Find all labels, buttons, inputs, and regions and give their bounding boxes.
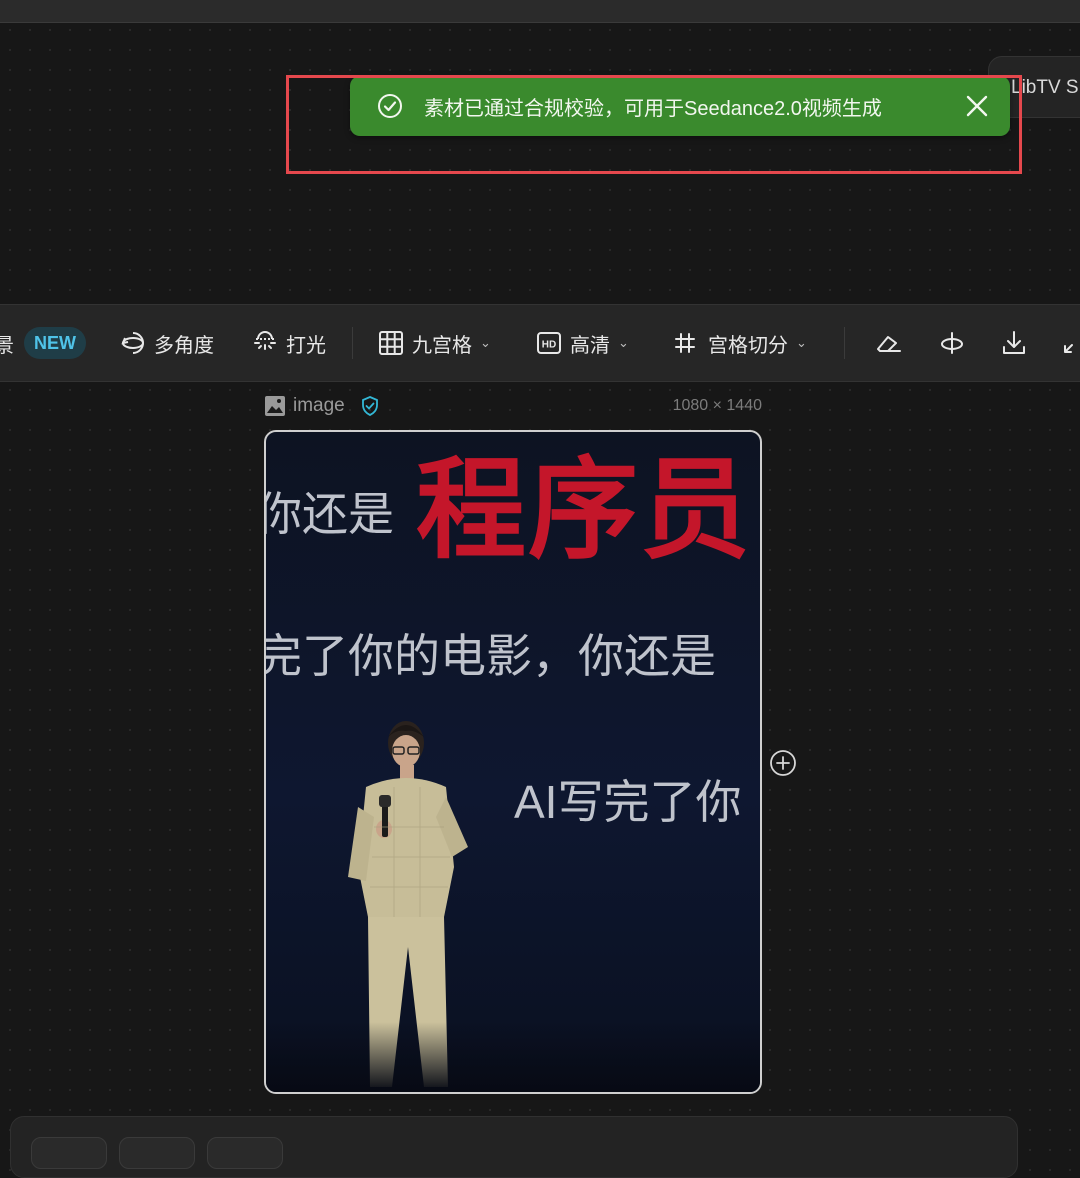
grid-split-label: 宫格切分: [708, 334, 788, 357]
image-dimensions: 1080 × 1440: [672, 397, 762, 414]
expand-button[interactable]: [1062, 305, 1080, 381]
chevron-down-icon: ⌄: [480, 335, 491, 350]
photo-text-line1: 你还是: [264, 488, 394, 540]
stage-floor: [266, 1022, 760, 1092]
toolbar-item-new-feature[interactable]: 景 NEW: [0, 305, 86, 381]
chevron-down-icon: ⌄: [618, 335, 629, 350]
hd-label: 高清: [570, 334, 610, 357]
chevron-down-icon: ⌄: [796, 335, 807, 350]
image-node-header: image 1080 × 1440: [264, 392, 762, 422]
hd-icon: HD: [537, 332, 561, 354]
lighting-button[interactable]: 打光: [252, 305, 326, 381]
photo-text-line2: 完了你的电影，你还是: [264, 630, 716, 682]
photo-text-line3: AI写完了你: [514, 776, 742, 828]
download-icon: [1003, 331, 1025, 354]
bottom-chip[interactable]: [207, 1137, 283, 1169]
image-card[interactable]: 程序员 你还是 完了你的电影，你还是 AI写完了你: [264, 430, 762, 1094]
bottom-input-panel: [10, 1116, 1018, 1178]
new-badge: NEW: [24, 327, 86, 359]
bottom-chip[interactable]: [119, 1137, 195, 1169]
multi-angle-label: 多角度: [154, 334, 214, 357]
grid-icon: [379, 331, 403, 355]
hash-icon: [675, 333, 695, 353]
toolbar-cut-label: 景: [0, 334, 14, 357]
shield-check-icon: [362, 396, 378, 416]
rotate-button[interactable]: [938, 305, 966, 381]
svg-text:HD: HD: [542, 340, 556, 351]
nine-grid-label: 九宫格: [412, 334, 472, 357]
multi-angle-button[interactable]: 多角度: [120, 305, 214, 381]
rotate-3d-icon: [121, 332, 144, 354]
eraser-button[interactable]: [874, 305, 902, 381]
lighting-label: 打光: [286, 334, 326, 357]
toolbar-divider: [352, 327, 353, 359]
image-node-title[interactable]: image: [293, 395, 345, 417]
bottom-chip[interactable]: [31, 1137, 107, 1169]
top-bar: [0, 0, 1080, 23]
rotate-icon: [941, 332, 963, 354]
photo-headline: 程序员: [416, 449, 752, 572]
highlight-annotation-box: [286, 75, 1022, 174]
toolbar-divider: [844, 327, 845, 359]
image-icon: [265, 396, 285, 416]
expand-icon: [1064, 344, 1073, 353]
image-toolbar: 景 NEW 多角度 打光 九宫格 ⌄ HD 高清 ⌄ 宫格切分 ⌄: [0, 304, 1080, 382]
grid-split-button[interactable]: 宫格切分 ⌄: [674, 305, 807, 381]
nine-grid-button[interactable]: 九宫格 ⌄: [378, 305, 491, 381]
download-button[interactable]: [1000, 305, 1028, 381]
light-icon: [254, 331, 276, 350]
hd-button[interactable]: HD 高清 ⌄: [536, 305, 629, 381]
eraser-icon: [877, 336, 901, 352]
add-node-plus-icon[interactable]: [769, 749, 797, 777]
